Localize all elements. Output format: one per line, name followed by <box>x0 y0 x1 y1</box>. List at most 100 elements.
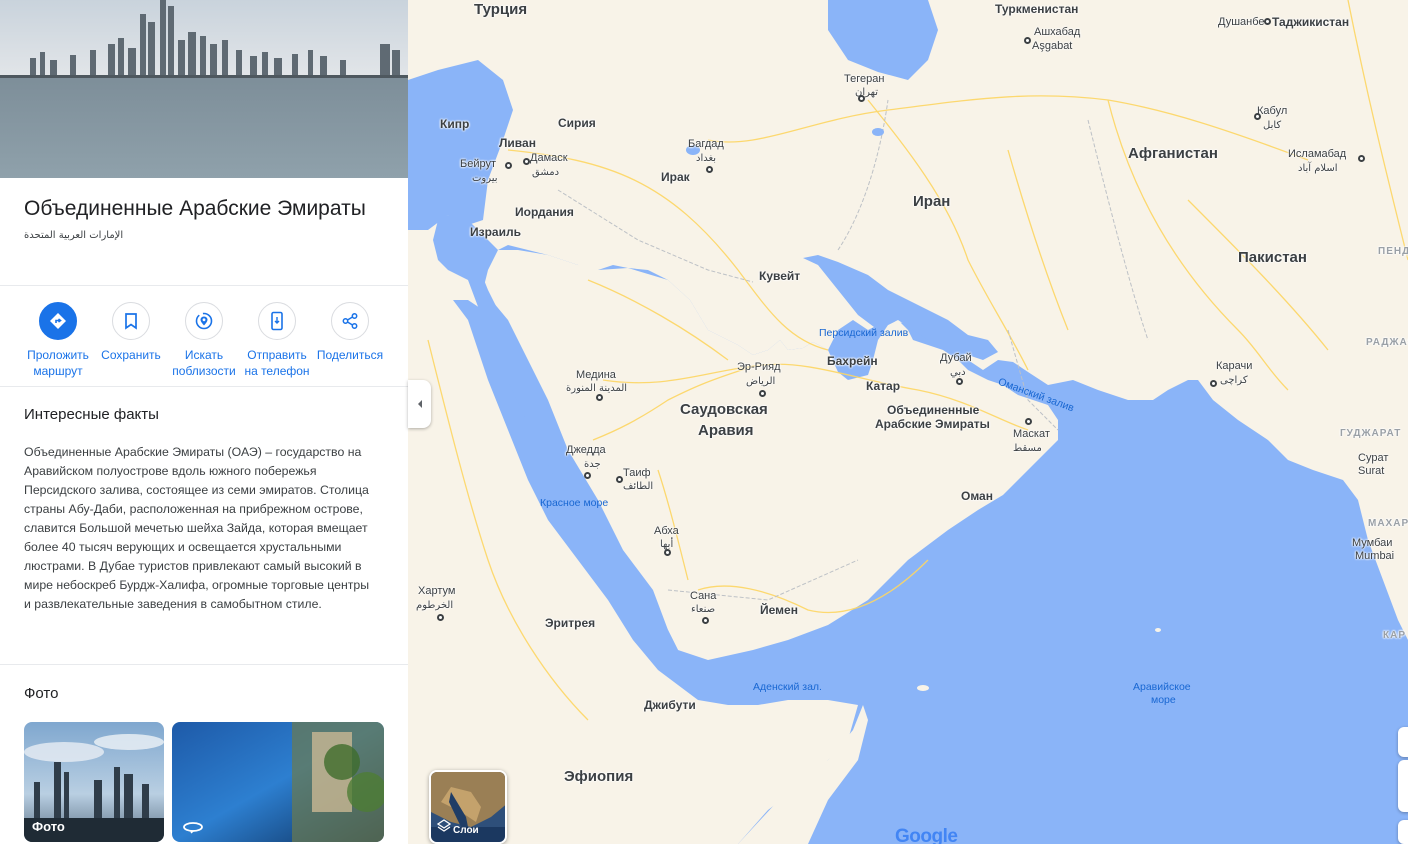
label-baghdad-ru: Багдад <box>688 138 724 150</box>
label-surat: Surat <box>1358 465 1385 477</box>
city-marker <box>759 390 766 397</box>
label-riyadh: الرياض <box>746 376 776 387</box>
city-marker <box>616 476 623 483</box>
label-region-kar: КАР <box>1383 630 1406 641</box>
photo-360-icon <box>182 820 204 834</box>
place-header: Объединенные Арабские Эмираты الإمارات ا… <box>24 195 384 241</box>
city-marker <box>584 472 591 479</box>
label-taif-ru: Таиф <box>623 467 651 479</box>
bookmark-icon <box>112 302 150 340</box>
nearby-button[interactable]: Искать поблизости <box>166 302 242 379</box>
label-surat-ru: Сурат <box>1358 452 1389 464</box>
label-islamabad-ru: Исламабад <box>1288 148 1347 160</box>
city-marker <box>858 95 865 102</box>
divider <box>0 285 408 286</box>
send-to-phone-icon <box>258 302 296 340</box>
share-icon <box>331 302 369 340</box>
label-eritrea: Эритрея <box>545 616 596 630</box>
label-pakistan: Пакистан <box>1238 249 1307 266</box>
label-muscat-ru: Маскат <box>1013 428 1050 440</box>
label-sanaa: صنعاء <box>691 604 716 615</box>
label-region-maharashtra: МАХАРАШ <box>1368 518 1408 529</box>
label-kabul-ru: Кабул <box>1257 105 1288 117</box>
directions-icon <box>39 302 77 340</box>
label-mumbai: Mumbai <box>1355 550 1395 562</box>
directions-button[interactable]: Проложить маршрут <box>20 302 96 379</box>
zoom-in-button[interactable] <box>1398 727 1408 757</box>
label-taif: الطائف <box>623 481 654 492</box>
hero-photo[interactable] <box>0 0 408 178</box>
place-subtitle: الإمارات العربية المتحدة <box>24 230 124 241</box>
city-marker <box>1254 113 1261 120</box>
label-arabian-sea-1: Аравийское <box>1133 681 1191 693</box>
map-canvas[interactable]: Турция Туркменистан Таджикистан Кипр Сир… <box>408 0 1408 844</box>
label-turkey: Турция <box>474 1 528 18</box>
label-afghanistan: Афганистан <box>1128 145 1218 162</box>
directions-label: Проложить маршрут <box>27 348 89 378</box>
label-uae-line1: Объединенные <box>887 403 980 417</box>
place-title: Объединенные Арабские Эмираты <box>24 197 366 220</box>
layers-button[interactable]: Слои <box>429 770 507 844</box>
chevron-left-icon <box>417 400 422 408</box>
label-syria: Сирия <box>558 116 596 130</box>
label-region-pend: ПЕНДЖ <box>1378 246 1408 257</box>
label-region-gujarat: ГУДЖАРАТ <box>1340 428 1402 439</box>
city-marker <box>596 394 603 401</box>
label-arabian-sea-2: море <box>1151 694 1176 706</box>
label-israel: Израиль <box>470 225 521 239</box>
send-to-phone-button[interactable]: Отправить на телефон <box>239 302 315 379</box>
label-medina: المدينة المنورة <box>566 383 628 394</box>
city-marker <box>664 549 671 556</box>
share-label: Поделиться <box>316 348 384 362</box>
facts-text: Объединенные Арабские Эмираты (ОАЭ) – го… <box>24 445 370 611</box>
label-lebanon: Ливан <box>499 136 536 150</box>
pegman-button[interactable] <box>1398 820 1408 844</box>
label-iraq: Ирак <box>661 170 690 184</box>
divider <box>0 386 408 387</box>
label-muscat: مسقط <box>1013 443 1042 454</box>
photo-caption: Фото <box>32 819 65 834</box>
label-karachi-ru: Карачи <box>1216 360 1253 372</box>
city-marker <box>706 166 713 173</box>
city-marker <box>1025 418 1032 425</box>
facts-heading: Интересные факты <box>24 406 159 423</box>
label-dushanbe: Душанбе <box>1218 16 1265 28</box>
label-oman: Оман <box>961 489 993 503</box>
label-damascus-ru: Дамаск <box>530 152 568 164</box>
label-turkmenistan: Туркменистан <box>995 2 1079 16</box>
save-button[interactable]: Сохранить <box>93 302 169 363</box>
label-tehran-ru: Тегеран <box>844 73 885 85</box>
label-beirut: بيروت <box>472 173 498 184</box>
city-marker <box>1264 18 1271 25</box>
save-label: Сохранить <box>101 348 161 362</box>
label-ethiopia: Эфиопия <box>564 768 634 785</box>
label-region-rajasthan: РАДЖАСТА <box>1366 337 1408 348</box>
zoom-out-button[interactable] <box>1398 760 1408 812</box>
label-khartoum: الخرطوم <box>416 600 454 611</box>
label-karachi: کراچی <box>1220 375 1248 386</box>
label-islamabad: اسلام آباد <box>1298 163 1338 174</box>
google-logo-text: Google <box>895 826 958 844</box>
city-marker <box>437 614 444 621</box>
city-marker <box>1024 37 1031 44</box>
share-button[interactable]: Поделиться <box>312 302 388 363</box>
photo-thumbnail-360[interactable] <box>172 722 384 842</box>
nearby-icon <box>185 302 223 340</box>
label-jordan: Иордания <box>515 205 574 219</box>
label-tajikistan: Таджикистан <box>1272 15 1350 29</box>
send-to-phone-label: Отправить на телефон <box>244 348 310 378</box>
label-khartoum-ru: Хартум <box>418 585 456 597</box>
label-qatar: Катар <box>866 379 901 393</box>
city-marker <box>523 158 530 165</box>
label-riyadh-ru: Эр-Рияд <box>737 361 781 373</box>
city-marker <box>1210 380 1217 387</box>
label-aden-gulf: Аденский зал. <box>753 681 822 693</box>
nearby-label: Искать поблизости <box>172 348 236 378</box>
label-cyprus: Кипр <box>440 117 470 131</box>
label-bahrain: Бахрейн <box>827 354 878 368</box>
photo-thumbnail-skyline[interactable]: Фото <box>24 722 164 842</box>
city-marker <box>702 617 709 624</box>
label-dubai-ru: Дубай <box>940 352 972 364</box>
layers-icon <box>436 819 452 838</box>
collapse-panel-button[interactable] <box>408 380 431 428</box>
